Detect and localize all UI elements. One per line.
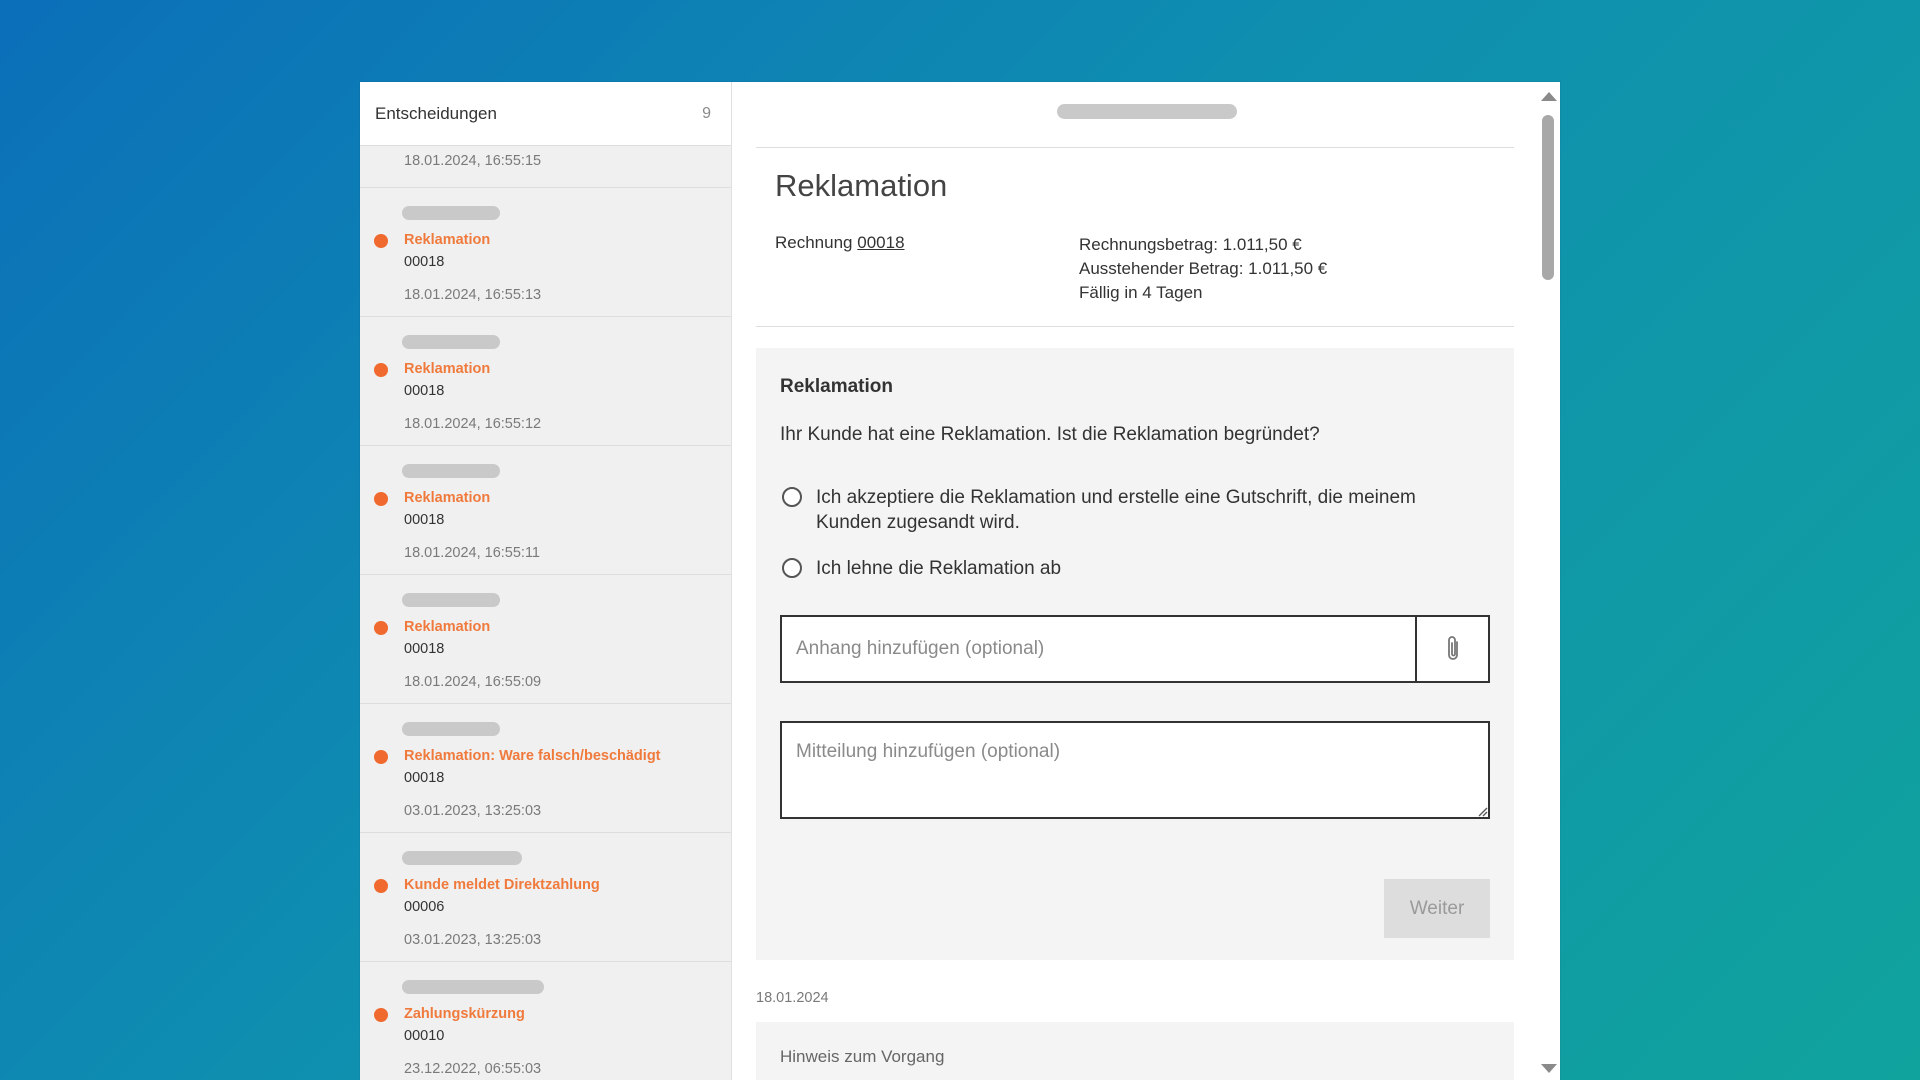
outstanding-amount: Ausstehender Betrag: 1.011,50 € [1079,259,1328,278]
placeholder-bar [402,593,500,607]
invoice-amount: Rechnungsbetrag: 1.011,50 € [1079,235,1302,254]
list-item-time: 18.01.2024, 16:55:11 [404,545,540,561]
status-dot-icon [374,750,388,764]
content-scrollbar[interactable] [1536,82,1560,1080]
list-item[interactable]: Reklamation 00018 18.01.2024, 16:55:09 [360,575,731,704]
invoice-reference: Rechnung 00018 [775,233,905,253]
placeholder-bar [402,335,500,349]
list-item-title: Reklamation: Ware falsch/beschädigt [404,748,661,764]
list-item-time: 18.01.2024, 16:55:09 [404,674,542,690]
attachment-field [780,615,1490,683]
decision-detail: Reklamation Rechnung 00018 Rechnungsbetr… [756,82,1514,1080]
list-item[interactable]: Reklamation: Ware falsch/beschädigt 0001… [360,704,731,833]
placeholder-bar [402,464,500,478]
page-title: Reklamation [775,168,948,203]
accept-radio[interactable] [782,487,802,507]
reject-complaint-option[interactable]: Ich lehne die Reklamation ab [782,556,1476,581]
list-item-time: 18.01.2024, 16:55:12 [404,416,542,432]
list-item-invoice: 00018 [404,512,445,528]
list-item-title: Reklamation [404,232,491,248]
list-item[interactable]: Reklamation 00018 18.01.2024, 16:55:12 [360,317,731,446]
due-info: Fällig in 4 Tagen [1079,283,1203,302]
decisions-sidebar: Entscheidungen 9 18.01.2024, 16:55:15 Re… [360,82,732,1080]
status-dot-icon [374,621,388,635]
list-item-time: 18.01.2024, 16:55:15 [404,153,542,169]
list-item-time: 23.12.2022, 06:55:03 [404,1061,542,1077]
process-note-card: Hinweis zum Vorgang [756,1022,1514,1080]
placeholder-bar [402,980,544,994]
next-button[interactable]: Weiter [1384,879,1490,938]
list-item[interactable]: Kunde meldet Direktzahlung 00006 03.01.2… [360,833,731,962]
list-item-title: Kunde meldet Direktzahlung [404,877,600,893]
list-item-time: 03.01.2023, 13:25:03 [404,932,542,948]
complaint-form: Reklamation Ihr Kunde hat eine Reklamati… [756,348,1514,960]
status-dot-icon [374,879,388,893]
list-item-invoice: 00006 [404,899,445,915]
list-item[interactable]: Zahlungskürzung 00010 23.12.2022, 06:55:… [360,962,731,1080]
arrow-up-icon[interactable] [1541,92,1557,101]
list-item-title: Reklamation [404,619,491,635]
status-dot-icon [374,1008,388,1022]
invoice-label: Rechnung [775,233,853,252]
list-item-invoice: 00018 [404,254,445,270]
list-item-invoice: 00018 [404,383,445,399]
paperclip-icon [1447,636,1458,660]
list-item-time: 18.01.2024, 16:55:13 [404,287,542,303]
list-item[interactable]: Reklamation 00018 18.01.2024, 16:55:11 [360,446,731,575]
list-item-invoice: 00018 [404,770,445,786]
list-item-title: Zahlungskürzung [404,1006,525,1022]
list-item-invoice: 00018 [404,641,445,657]
list-item[interactable]: Reklamation 00018 18.01.2024, 16:55:13 [360,188,731,317]
note-title: Hinweis zum Vorgang [780,1047,945,1066]
form-heading: Reklamation [780,376,893,397]
attachment-input[interactable] [782,617,1415,681]
status-dot-icon [374,234,388,248]
list-item-title: Reklamation [404,490,491,506]
accept-option-label: Ich akzeptiere die Reklamation und erste… [816,487,1416,533]
invoice-link[interactable]: 00018 [857,233,904,252]
history-date: 18.01.2024 [756,990,829,1006]
reject-option-label: Ich lehne die Reklamation ab [816,558,1062,579]
content-top-bar [756,82,1514,148]
list-item-partial[interactable]: 18.01.2024, 16:55:15 [360,146,731,188]
message-input[interactable] [780,721,1490,819]
list-item-invoice: 00010 [404,1028,445,1044]
list-item-title: Reklamation [404,361,491,377]
placeholder-bar [402,206,500,220]
placeholder-bar [1057,104,1237,119]
reject-radio[interactable] [782,558,802,578]
sidebar-title: Entscheidungen [375,103,497,123]
accept-complaint-option[interactable]: Ich akzeptiere die Reklamation und erste… [782,485,1476,535]
arrow-down-icon[interactable] [1541,1064,1557,1073]
scroll-thumb[interactable] [1542,115,1554,280]
status-dot-icon [374,492,388,506]
divider [756,326,1514,327]
placeholder-bar [402,851,522,865]
attach-button[interactable] [1415,617,1488,681]
placeholder-bar [402,722,500,736]
decision-count-badge: 9 [702,104,711,122]
decision-window: Entscheidungen 9 18.01.2024, 16:55:15 Re… [360,82,1560,1080]
invoice-summary: Rechnungsbetrag: 1.011,50 € Ausstehender… [1079,233,1327,305]
resize-grip-icon[interactable] [1476,805,1488,817]
status-dot-icon [374,363,388,377]
sidebar-header: Entscheidungen 9 [360,82,731,146]
list-item-time: 03.01.2023, 13:25:03 [404,803,542,819]
form-question: Ihr Kunde hat eine Reklamation. Ist die … [780,424,1320,445]
